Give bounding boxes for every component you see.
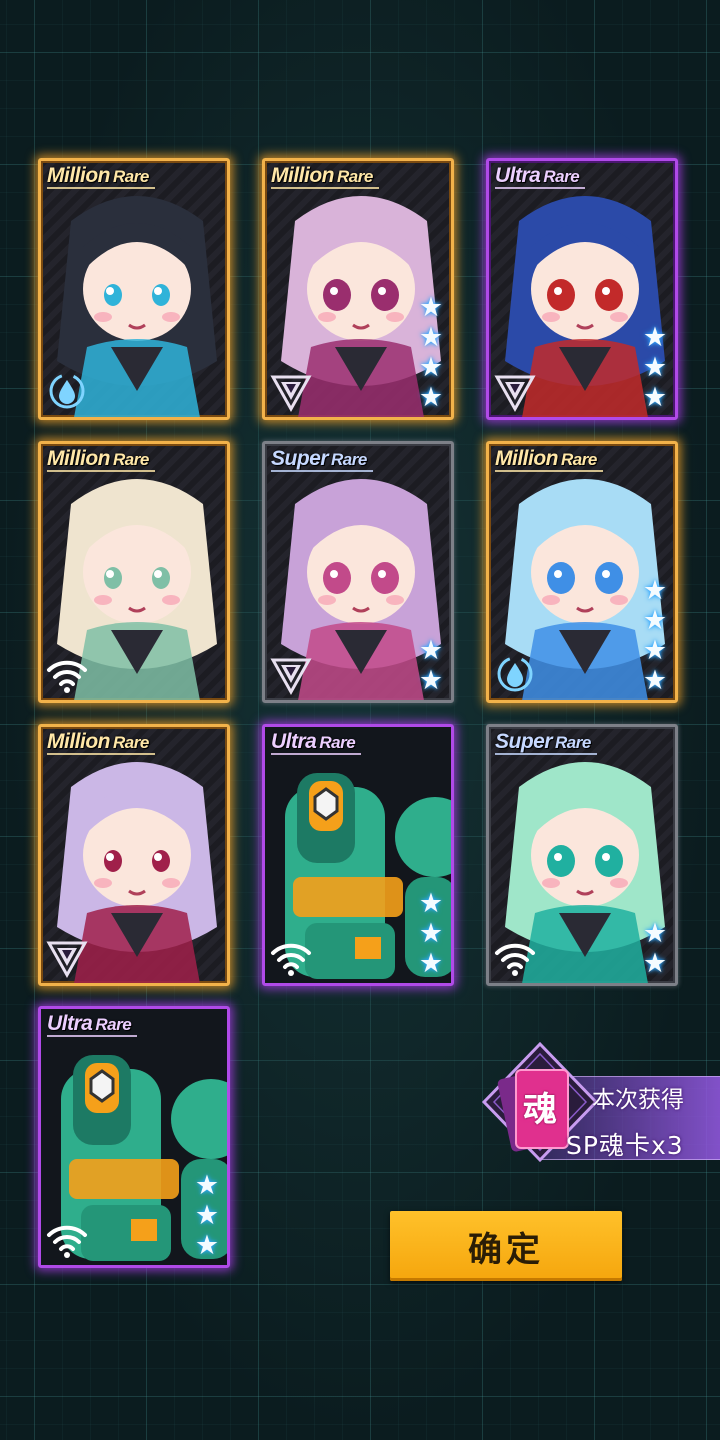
rarity-tier: Million [47,730,111,753]
star-icon: ★ [418,888,444,918]
star-rating: ★ ★ ★ [641,323,669,411]
reward-item: SP魂卡x3 [566,1131,684,1160]
triangle-emblem-icon [45,935,89,979]
wifi-signal-icon [493,935,537,979]
triangle-emblem-icon [493,369,537,413]
rarity-label: Million Rare [271,164,379,189]
water-drop-ring-icon [45,369,89,413]
triangle-emblem-icon [269,369,313,413]
rarity-label: Ultra Rare [495,164,586,189]
star-icon: ★ [642,635,668,665]
wifi-signal-icon [45,1217,89,1261]
soul-char: 魂 [523,1090,557,1130]
rarity-suffix: Rare [95,1015,132,1034]
result-card[interactable]: Super Rare ★ ★ [486,724,678,986]
star-rating: ★ ★ [417,636,445,694]
star-icon: ★ [642,948,668,978]
star-icon: ★ [194,1170,220,1200]
rarity-label: Super Rare [271,447,373,472]
rarity-label: Million Rare [47,164,155,189]
rarity-suffix: Rare [113,450,149,469]
star-icon: ★ [642,575,668,605]
star-icon: ★ [194,1200,220,1230]
reward-panel: 魂 本次获得 SP魂卡x3 [480,1040,720,1180]
rarity-suffix: Rare [543,167,580,186]
rarity-suffix: Rare [113,167,149,186]
result-card[interactable]: Super Rare ★ ★ [262,441,454,703]
result-card[interactable]: Million Rare [38,158,230,420]
rarity-label: Ultra Rare [271,730,362,755]
rarity-suffix: Rare [555,733,591,752]
star-rating: ★ ★ ★ [417,889,445,977]
rarity-tier: Super [495,730,553,753]
rarity-suffix: Rare [561,450,597,469]
rarity-tier: Ultra [495,164,541,187]
rarity-tier: Ultra [271,730,317,753]
star-icon: ★ [642,665,668,695]
result-card[interactable]: Ultra Rare ★ ★ ★ [486,158,678,420]
rarity-tier: Million [271,164,335,187]
rarity-label: Million Rare [47,447,155,472]
rarity-suffix: Rare [319,733,356,752]
star-icon: ★ [642,322,668,352]
star-icon: ★ [418,918,444,948]
star-icon: ★ [642,382,668,412]
result-card[interactable]: Million Rare [38,724,230,986]
star-rating: ★ ★ [641,919,669,977]
star-icon: ★ [194,1230,220,1260]
result-card[interactable]: Million Rare [38,441,230,703]
reward-title: 本次获得 [592,1087,684,1113]
result-card[interactable]: Million Rare ★ ★ ★ ★ [262,158,454,420]
rarity-tier: Million [47,447,111,470]
triangle-emblem-icon [269,652,313,696]
confirm-button[interactable]: 确定 [390,1211,622,1281]
result-card[interactable]: Ultra Rare ★ ★ ★ [262,724,454,986]
rarity-tier: Million [495,447,559,470]
rarity-label: Ultra Rare [47,1012,138,1037]
rarity-label: Million Rare [47,730,155,755]
rarity-tier: Million [47,164,111,187]
star-rating: ★ ★ ★ ★ [417,293,445,411]
result-card[interactable]: Ultra Rare ★ ★ ★ [38,1006,230,1268]
star-icon: ★ [418,322,444,352]
star-icon: ★ [418,292,444,322]
rarity-tier: Ultra [47,1012,93,1035]
rarity-tier: Super [271,447,329,470]
wifi-signal-icon [45,652,89,696]
star-icon: ★ [418,948,444,978]
star-icon: ★ [418,352,444,382]
star-rating: ★ ★ ★ ★ [641,576,669,694]
star-rating: ★ ★ ★ [193,1171,221,1259]
rarity-suffix: Rare [331,450,367,469]
water-drop-ring-icon [493,652,537,696]
star-icon: ★ [418,382,444,412]
confirm-label: 确定 [468,1229,544,1270]
rarity-label: Super Rare [495,730,597,755]
star-icon: ★ [418,635,444,665]
star-icon: ★ [642,918,668,948]
rarity-suffix: Rare [113,733,149,752]
rarity-label: Million Rare [495,447,603,472]
star-icon: ★ [642,605,668,635]
star-icon: ★ [642,352,668,382]
wifi-signal-icon [269,935,313,979]
result-card[interactable]: Million Rare ★ ★ ★ ★ [486,441,678,703]
rarity-suffix: Rare [337,167,373,186]
star-icon: ★ [418,665,444,695]
